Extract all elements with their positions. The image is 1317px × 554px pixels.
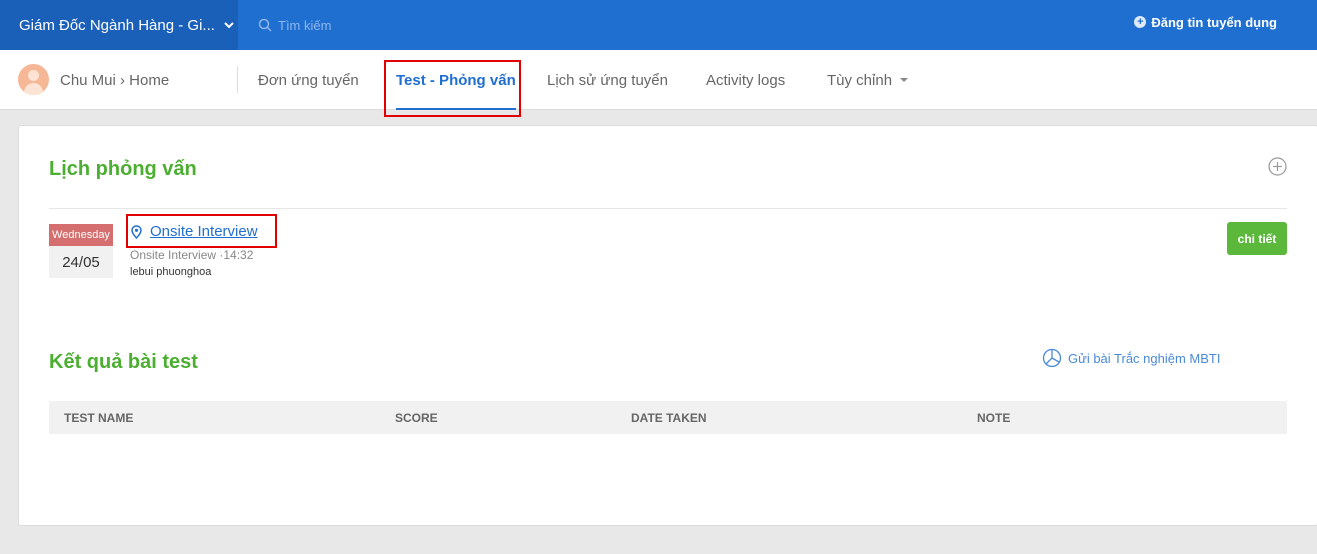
avatar[interactable] [18, 64, 49, 95]
add-circle-icon[interactable] [1268, 157, 1287, 176]
interview-name: Onsite Interview [150, 223, 258, 240]
send-mbti-test-link[interactable]: Gửi bài Trắc nghiệm MBTI [1042, 348, 1220, 368]
test-results-title: Kết quả bài test [49, 351, 198, 373]
plus-circle-icon: + [1134, 16, 1147, 28]
caret-down-icon [900, 78, 909, 82]
job-title: Giám Đốc Ngành Hàng - Gi... [19, 16, 215, 34]
column-note: NOTE [977, 410, 1011, 425]
location-pin-icon [131, 224, 142, 239]
interview-date-badge: Wednesday 24/05 [49, 224, 113, 279]
tab-customize-label: Tùy chỉnh [827, 71, 893, 89]
tab-application-history[interactable]: Lịch sử ứng tuyển [547, 50, 668, 110]
content-panel: Lịch phỏng vấn Wednesday 24/05 Onsite In… [18, 125, 1317, 526]
tab-applications[interactable]: Đơn ứng tuyển [258, 50, 359, 110]
section-divider [49, 208, 1287, 209]
chevron-down-icon [224, 22, 234, 29]
detail-button[interactable]: chi tiết [1227, 222, 1287, 255]
candidate-nav-bar: Chu Mui › Home Đơn ứng tuyển Test - Phỏn… [0, 50, 1317, 110]
onsite-interview-link[interactable]: Onsite Interview [131, 223, 258, 240]
post-job-button[interactable]: + Đăng tin tuyển dụng [1134, 0, 1277, 44]
interview-day: Wednesday [49, 224, 113, 246]
interview-participants: lebui phuonghoa [130, 266, 212, 278]
column-score: SCORE [395, 410, 438, 425]
interview-date: 24/05 [49, 246, 113, 278]
top-bar: Giám Đốc Ngành Hàng - Gi... Tìm kiếm + Đ… [0, 0, 1317, 50]
interview-schedule-title: Lịch phỏng vấn [49, 158, 197, 180]
tab-customize[interactable]: Tùy chỉnh [827, 50, 909, 110]
search-placeholder: Tìm kiếm [278, 17, 332, 33]
job-selector-dropdown[interactable]: Giám Đốc Ngành Hàng - Gi... [0, 0, 238, 50]
breadcrumb[interactable]: Chu Mui › Home [60, 50, 169, 110]
tab-activity-logs[interactable]: Activity logs [706, 50, 785, 110]
search-box[interactable]: Tìm kiếm [258, 0, 331, 50]
tab-test-interview[interactable]: Test - Phỏng vấn [396, 50, 516, 110]
chart-pie-icon [1042, 348, 1062, 368]
interview-meta: Onsite Interview ·14:32 [130, 248, 254, 262]
test-results-table-header: TEST NAME SCORE DATE TAKEN NOTE [49, 401, 1287, 434]
mbti-label: Gửi bài Trắc nghiệm MBTI [1068, 350, 1221, 366]
nav-divider [237, 66, 238, 93]
column-test-name: TEST NAME [64, 410, 134, 425]
post-job-label: Đăng tin tuyển dụng [1151, 14, 1277, 30]
column-date-taken: DATE TAKEN [631, 410, 707, 425]
search-icon [258, 18, 272, 32]
